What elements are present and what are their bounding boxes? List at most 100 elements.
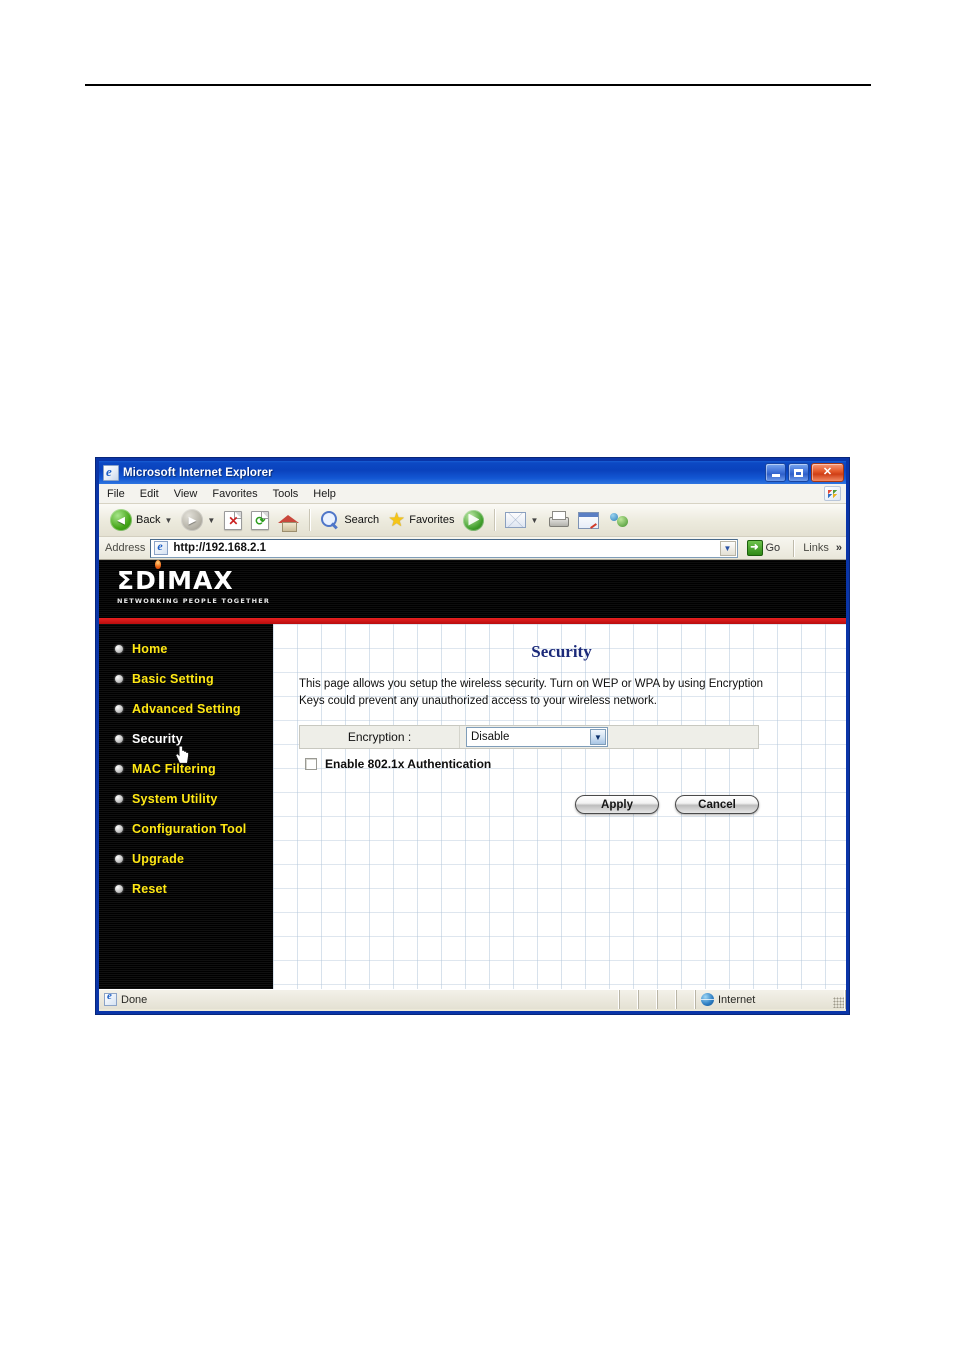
auth-checkbox-row[interactable]: Enable 802.1x Authentication (299, 757, 824, 771)
page-status-icon (104, 990, 117, 1006)
form-actions: Apply Cancel (299, 795, 759, 815)
edit-button[interactable] (575, 510, 602, 531)
minimize-button[interactable] (765, 463, 786, 482)
window-title: Microsoft Internet Explorer (123, 466, 273, 479)
links-label[interactable]: Links (803, 542, 831, 554)
sidebar-item-mac-filtering[interactable]: MAC Filtering (99, 754, 273, 784)
enable-8021x-label: Enable 802.1x Authentication (325, 757, 492, 772)
sidebar-item-label: Upgrade (132, 852, 185, 866)
brand-banner: ΣDIMAX NETWORKING PEOPLE TOGETHER (99, 560, 846, 618)
address-label: Address (105, 542, 146, 554)
sidebar-item-reset[interactable]: Reset (99, 874, 273, 904)
sidebar-item-label: Advanced Setting (132, 702, 241, 716)
messenger-button[interactable] (605, 509, 633, 531)
globe-icon (701, 993, 714, 1006)
content-area: Security This page allows you setup the … (273, 624, 846, 989)
go-button[interactable]: ➜ Go (743, 540, 785, 556)
media-button[interactable] (460, 508, 487, 533)
stop-button[interactable]: ✕ (221, 509, 245, 532)
address-divider (793, 539, 795, 557)
home-button[interactable] (275, 509, 302, 532)
menu-item-tools[interactable]: Tools (273, 488, 299, 500)
sidebar-item-advanced-setting[interactable]: Advanced Setting (99, 694, 273, 724)
printer-icon (547, 511, 570, 529)
resize-grip[interactable] (833, 997, 844, 1008)
home-icon (278, 511, 300, 532)
encryption-label: Encryption : (300, 726, 460, 749)
bullet-icon (115, 675, 123, 683)
edit-icon (578, 511, 600, 529)
security-zone-label: Internet (718, 993, 756, 1006)
router-page: ΣDIMAX NETWORKING PEOPLE TOGETHER Home B… (99, 560, 846, 989)
title-bar: Microsoft Internet Explorer ✕ (99, 461, 846, 484)
cancel-button[interactable]: Cancel (675, 795, 759, 815)
favorites-label: Favorites (409, 514, 455, 526)
sidebar-item-label: MAC Filtering (132, 762, 216, 776)
sidebar-item-system-utility[interactable]: System Utility (99, 784, 273, 814)
close-button[interactable]: ✕ (811, 463, 844, 482)
menu-item-file[interactable]: File (107, 488, 125, 500)
menu-bar: File Edit View Favorites Tools Help (99, 484, 846, 504)
encryption-field: Disable ▼ (460, 726, 758, 748)
page-title: Security (531, 642, 592, 661)
links-chevron-icon[interactable]: » (836, 542, 846, 554)
print-button[interactable] (544, 509, 572, 531)
bullet-icon (115, 885, 123, 893)
sidebar-item-label: Home (132, 642, 168, 656)
sidebar-item-configuration-tool[interactable]: Configuration Tool (99, 814, 273, 844)
messenger-icon (608, 511, 630, 529)
mail-button[interactable]: ▼ (502, 510, 541, 530)
media-icon (463, 509, 485, 531)
edimax-logo: ΣDIMAX NETWORKING PEOPLE TOGETHER (117, 560, 270, 605)
address-chevron-down-icon[interactable]: ▼ (719, 540, 736, 556)
sidebar-item-label: System Utility (132, 792, 218, 806)
sidebar-item-label: Configuration Tool (132, 822, 247, 836)
bullet-icon (115, 705, 123, 713)
mail-icon (505, 512, 527, 528)
sidebar-item-home[interactable]: Home (99, 634, 273, 664)
logo-flame-icon (155, 560, 161, 569)
enable-8021x-checkbox[interactable] (305, 758, 317, 771)
back-chevron-down-icon[interactable]: ▼ (164, 516, 172, 525)
back-button[interactable]: ◄ Back ▼ (107, 507, 175, 533)
chevron-down-icon[interactable]: ▼ (590, 729, 606, 746)
favorites-button[interactable]: ★ Favorites (385, 509, 457, 532)
encryption-select[interactable]: Disable ▼ (466, 727, 608, 748)
toolbar-divider-2 (494, 509, 496, 531)
sidebar: Home Basic Setting Advanced Setting Secu… (99, 624, 273, 989)
ie-page-icon (103, 464, 119, 481)
address-value: http://192.168.2.1 (173, 542, 267, 554)
close-icon: ✕ (822, 466, 833, 478)
windows-flag-icon (824, 486, 841, 501)
bullet-icon (115, 645, 123, 653)
refresh-button[interactable]: ⟳ (248, 509, 272, 532)
toolbar: ◄ Back ▼ ► ▼ ✕ ⟳ Search ★ Favorites ▼ (99, 504, 846, 537)
address-input[interactable]: http://192.168.2.1 ▼ (150, 538, 738, 558)
menu-item-view[interactable]: View (174, 488, 198, 500)
status-pane-3 (658, 990, 677, 1009)
page-icon (154, 539, 169, 555)
browser-window: Microsoft Internet Explorer ✕ File Edit … (96, 458, 849, 1014)
menu-item-help[interactable]: Help (313, 488, 336, 500)
toolbar-divider (309, 509, 311, 531)
search-button[interactable]: Search (317, 508, 382, 532)
mail-chevron-down-icon[interactable]: ▼ (530, 516, 538, 525)
sidebar-item-basic-setting[interactable]: Basic Setting (99, 664, 273, 694)
back-arrow-icon: ◄ (110, 509, 132, 531)
sidebar-item-upgrade[interactable]: Upgrade (99, 844, 273, 874)
menu-item-favorites[interactable]: Favorites (212, 488, 257, 500)
status-pane-4 (677, 990, 696, 1009)
page-body: Home Basic Setting Advanced Setting Secu… (99, 624, 846, 989)
status-message: Done (121, 993, 148, 1006)
forward-chevron-down-icon[interactable]: ▼ (207, 516, 215, 525)
maximize-button[interactable] (788, 463, 809, 482)
page-header-rule (85, 84, 871, 86)
menu-item-edit[interactable]: Edit (140, 488, 159, 500)
encryption-row: Encryption : Disable ▼ (299, 725, 759, 750)
forward-button[interactable]: ► ▼ (178, 507, 218, 533)
back-label: Back (136, 514, 161, 526)
security-zone-pane: Internet (696, 990, 846, 1009)
search-icon (320, 510, 340, 530)
apply-button[interactable]: Apply (575, 795, 659, 815)
sidebar-item-security[interactable]: Security (99, 724, 273, 764)
